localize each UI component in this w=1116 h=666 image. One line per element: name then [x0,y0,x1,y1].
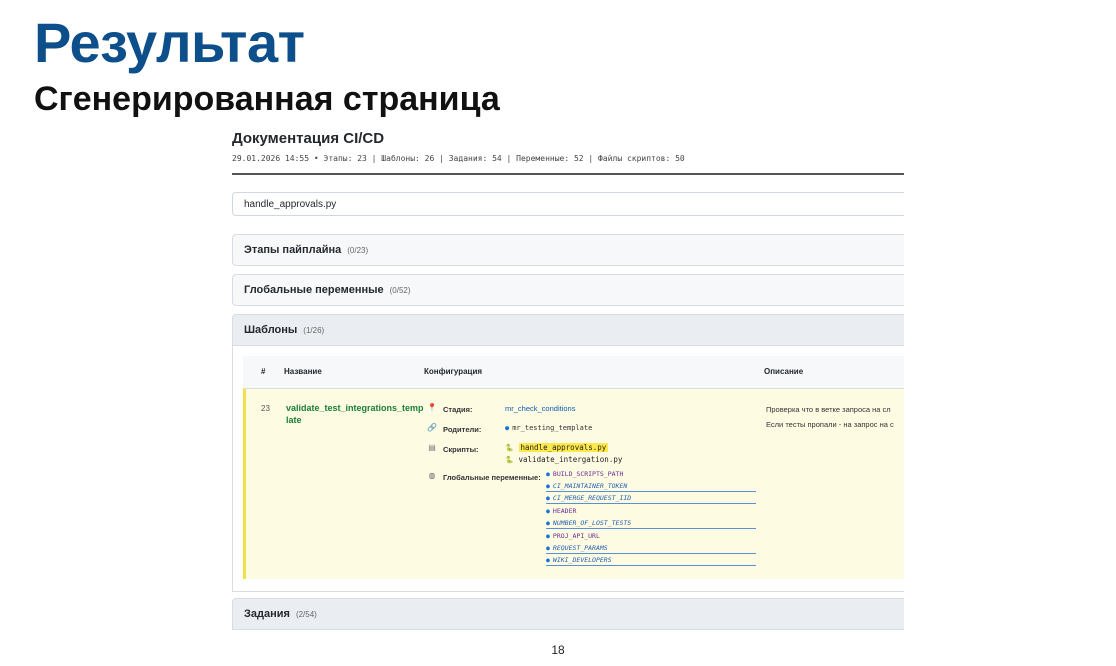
table-row: 23 validate_test_integrations_template 📍… [243,389,904,579]
bullet-icon: ● [546,556,550,564]
section-templates[interactable]: Шаблоны (1/26) [232,314,904,346]
stage-label: Стадия: [443,405,473,414]
doc-meta: 29.01.2026 14:55 • Этапы: 23 | Шаблоны: … [232,154,685,163]
search-input[interactable] [232,192,904,216]
slide-title: Результат [34,11,305,74]
doc-title: Документация CI/CD [232,130,385,147]
section-label: Шаблоны [244,324,298,336]
global-variable-item[interactable]: ● NUMBER_OF_LOST_TESTS [546,517,756,529]
pin-icon: 📍 [427,403,437,412]
generated-page-screenshot: Документация CI/CD 29.01.2026 14:55 • Эт… [232,126,904,636]
bullet-icon: ● [546,544,550,552]
page-number: 18 [551,643,565,657]
row-number: 23 [261,404,270,413]
section-jobs[interactable]: Задания (2/54) [232,598,904,630]
bullet-icon: ● [546,507,550,515]
script-name: validate_intergation.py [518,455,623,464]
section-stages[interactable]: Этапы пайплайна (0/23) [232,234,904,266]
column-header-config: Конфигурация [424,367,483,376]
section-label: Глобальные переменные [244,284,384,296]
link-icon: 🔗 [427,423,437,432]
section-label: Этапы пайплайна [244,244,342,256]
global-variable-item[interactable]: ● PROJ_API_URL [546,530,756,542]
section-count: (2/54) [295,609,317,619]
section-label: Задания [244,608,290,620]
global-variable-item[interactable]: ● REQUEST_PARAMS [546,542,756,554]
description-line: Проверка что в ветке запроса на сл [766,405,891,414]
bullet-icon: ● [546,470,550,478]
column-header-num: # [261,367,266,376]
description-line: Если тесты пропали - на запрос на с [766,420,894,429]
column-header-name: Название [284,367,322,376]
script-item[interactable]: 🐍 validate_intergation.py [505,455,622,464]
parents-label: Родители: [443,425,482,434]
python-file-icon: 🐍 [505,456,514,464]
template-name-link[interactable]: validate_test_integrations_template [286,402,426,426]
section-count: (1/26) [303,325,325,335]
templates-table-container: # Название Конфигурация Описание 23 vali… [232,346,904,592]
column-header-description: Описание [764,367,804,376]
globals-label: Глобальные переменные: [443,473,541,482]
parent-item[interactable]: ● mr_testing_template [505,424,592,432]
section-count: (0/23) [347,245,369,255]
bullet-icon: ● [546,532,550,540]
global-variable-item[interactable]: ● HEADER [546,505,756,517]
script-icon: ▤ [428,443,436,452]
script-name-highlighted: handle_approvals.py [518,443,609,452]
global-variable-item[interactable]: ● CI_MAINTAINER_TOKEN [546,480,756,492]
parent-link: mr_testing_template [512,424,593,432]
divider [232,173,904,175]
python-file-icon: 🐍 [505,444,514,452]
scripts-label: Скрипты: [443,445,479,454]
bullet-icon: ● [546,482,550,490]
section-global-variables[interactable]: Глобальные переменные (0/52) [232,274,904,306]
section-count: (0/52) [389,285,411,295]
script-item[interactable]: 🐍 handle_approvals.py [505,443,609,452]
table-header: # Название Конфигурация Описание [243,356,904,389]
slide-subtitle: Сгенерированная страница [34,80,500,118]
global-variable-item[interactable]: ● WIKI_DEVELOPERS [546,554,756,566]
bullet-icon: ● [546,494,550,502]
bullet-icon: ● [505,424,510,432]
bullet-icon: ● [546,519,550,527]
global-variable-item[interactable]: ● CI_MERGE_REQUEST_IID [546,492,756,504]
global-variable-item[interactable]: ● BUILD_SCRIPTS_PATH [546,468,756,480]
globe-icon: ◍ [428,471,436,480]
stage-link[interactable]: mr_check_conditions [505,404,575,413]
